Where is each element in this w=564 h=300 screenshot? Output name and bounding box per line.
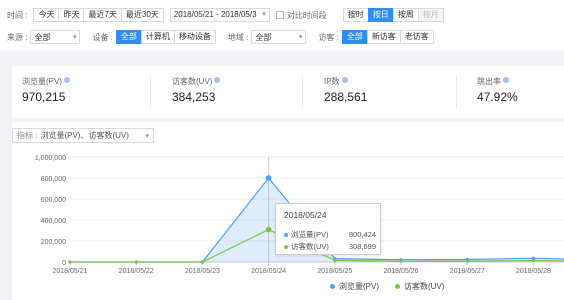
tooltip-series-name: 访客数(UV) (291, 242, 329, 251)
legend-marker-icon (395, 284, 400, 289)
data-point (134, 260, 138, 264)
x-tick-label: 2018/05/25 (317, 268, 352, 275)
tooltip-series-value: 308,699 (348, 242, 376, 251)
chart-legend: 浏览量(PV) 访客数(UV) (330, 281, 460, 292)
tooltip-title: 2018/05/24 (284, 210, 327, 220)
tooltip-series-name: 浏览量(PV) (291, 230, 329, 239)
legend-marker-icon (330, 284, 335, 289)
legend-label: 浏览量(PV) (339, 282, 379, 291)
x-tick-label: 2018/05/28 (516, 268, 551, 275)
x-tick-label: 2018/05/23 (185, 268, 220, 275)
x-tick-label: 2018/05/22 (119, 268, 154, 275)
line-chart[interactable]: 0 200,000 400,000 600,000 800,000 1,000,000 20… (0, 0, 564, 300)
x-tick-label: 2018/05/27 (450, 268, 485, 275)
legend-item-pv[interactable]: 浏览量(PV) (330, 281, 379, 292)
x-tick-label: 2018/05/26 (383, 268, 418, 275)
data-point (399, 259, 403, 263)
y-tick-label: 1,000,000 (35, 155, 66, 162)
tooltip-row-pv: 浏览量(PV) 800,424 (284, 229, 376, 240)
data-point (265, 226, 272, 233)
tooltip-row-uv: 访客数(UV) 308,699 (284, 241, 376, 252)
y-tick-label: 600,000 (41, 197, 66, 204)
x-tick-label: 2018/05/21 (52, 268, 87, 275)
data-point (531, 258, 536, 263)
data-point (68, 260, 72, 264)
series-marker-icon (284, 244, 288, 249)
series-marker-icon (284, 232, 288, 237)
y-tick-label: 400,000 (41, 218, 66, 225)
chart-tooltip: 2018/05/24 浏览量(PV) 800,424 访客数(UV) 308,6… (275, 203, 381, 255)
analytics-page: 时间 : 今天 昨天 最近7天 最近30天 2018/05/21 - 2018/… (0, 0, 564, 300)
data-point (200, 260, 204, 264)
data-point (333, 258, 337, 263)
legend-label: 访客数(UV) (404, 282, 445, 291)
x-tick-label: 2018/05/24 (251, 268, 286, 275)
y-tick-label: 800,000 (41, 176, 66, 183)
data-point (265, 175, 272, 181)
y-tick-label: 200,000 (41, 239, 66, 246)
tooltip-series-value: 800,424 (348, 230, 376, 239)
legend-item-uv[interactable]: 访客数(UV) (395, 281, 444, 292)
data-point (465, 259, 469, 263)
y-tick-label: 0 (62, 260, 66, 267)
